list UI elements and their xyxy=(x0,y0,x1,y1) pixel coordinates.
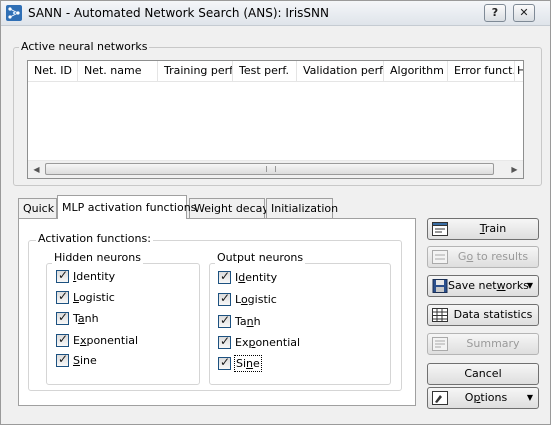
networks-group-label: Active neural networks xyxy=(19,40,150,53)
column-header-test-perf[interactable]: Test perf. xyxy=(233,61,297,81)
networks-list-header: Net. ID Net. name Training perf. Test pe… xyxy=(28,61,523,82)
options-icon xyxy=(432,391,448,405)
hidden-exponential-check[interactable] xyxy=(56,332,69,347)
column-header-h[interactable]: H xyxy=(515,61,523,81)
column-header-training-perf[interactable]: Training perf. xyxy=(158,61,233,81)
options-button[interactable]: Options ▼ xyxy=(427,387,539,409)
scroll-right-icon[interactable]: ▶ xyxy=(506,161,523,178)
window-title: SANN - Automated Network Search (ANS): I… xyxy=(28,6,329,20)
output-sine-check[interactable] xyxy=(218,355,231,370)
hidden-neurons-label: Hidden neurons xyxy=(52,251,143,264)
table-icon xyxy=(432,308,448,322)
column-header-validation-perf[interactable]: Validation perf. xyxy=(297,61,384,81)
column-header-net-id[interactable]: Net. ID xyxy=(28,61,78,81)
tab-weight-decay[interactable]: Weight decay xyxy=(189,198,269,218)
close-icon: ✕ xyxy=(519,6,529,19)
chevron-down-icon: ▼ xyxy=(526,281,533,290)
save-networks-button[interactable]: Save networks ▼ xyxy=(427,275,539,297)
column-header-algorithm[interactable]: Algorithm xyxy=(384,61,448,81)
hidden-identity-check[interactable] xyxy=(56,268,69,283)
hidden-logistic-check[interactable] xyxy=(56,289,69,304)
output-tanh-check[interactable] xyxy=(218,313,231,328)
horizontal-scrollbar[interactable]: ◀ ▶ xyxy=(28,160,523,178)
scroll-grip-icon xyxy=(265,166,276,172)
output-neurons-label: Output neurons xyxy=(215,251,306,264)
data-statistics-button[interactable]: Data statistics xyxy=(427,304,539,326)
chevron-down-icon: ▼ xyxy=(526,393,533,402)
close-button[interactable]: ✕ xyxy=(513,4,535,22)
column-header-error-funct[interactable]: Error funct. xyxy=(448,61,515,81)
networks-list[interactable]: Net. ID Net. name Training perf. Test pe… xyxy=(27,60,524,179)
tab-mlp-activation-functions[interactable]: MLP activation functions xyxy=(57,195,196,219)
scroll-thumb[interactable] xyxy=(45,163,494,175)
output-logistic-check[interactable] xyxy=(218,291,231,306)
results-icon xyxy=(432,250,448,264)
train-icon xyxy=(432,222,448,236)
help-button[interactable]: ? xyxy=(484,4,506,22)
ans-dialog-window: SANN - Automated Network Search (ANS): I… xyxy=(0,0,551,425)
floppy-disk-icon xyxy=(432,279,448,293)
output-identity-check[interactable] xyxy=(218,269,231,284)
train-button[interactable]: Train xyxy=(427,218,539,240)
summary-button[interactable]: Summary xyxy=(427,333,539,355)
summary-icon xyxy=(432,337,448,351)
output-exponential-check[interactable] xyxy=(218,334,231,349)
hidden-sine-check[interactable] xyxy=(56,352,69,367)
network-icon xyxy=(6,5,22,21)
go-to-results-button[interactable]: Go to results xyxy=(427,246,539,268)
activation-functions-label: Activation functions: xyxy=(36,232,153,245)
tab-panel-mlp-activation: Activation functions: Hidden neurons Ide… xyxy=(18,218,416,406)
tab-quick[interactable]: Quick xyxy=(18,198,57,218)
tab-initialization[interactable]: Initialization xyxy=(266,198,338,218)
hidden-tanh-check[interactable] xyxy=(56,310,69,325)
scroll-left-icon[interactable]: ◀ xyxy=(28,161,45,178)
column-header-net-name[interactable]: Net. name xyxy=(78,61,158,81)
title-bar[interactable]: SANN - Automated Network Search (ANS): I… xyxy=(1,1,550,26)
cancel-button[interactable]: Cancel xyxy=(427,363,539,385)
hidden-neurons-group xyxy=(46,263,200,385)
